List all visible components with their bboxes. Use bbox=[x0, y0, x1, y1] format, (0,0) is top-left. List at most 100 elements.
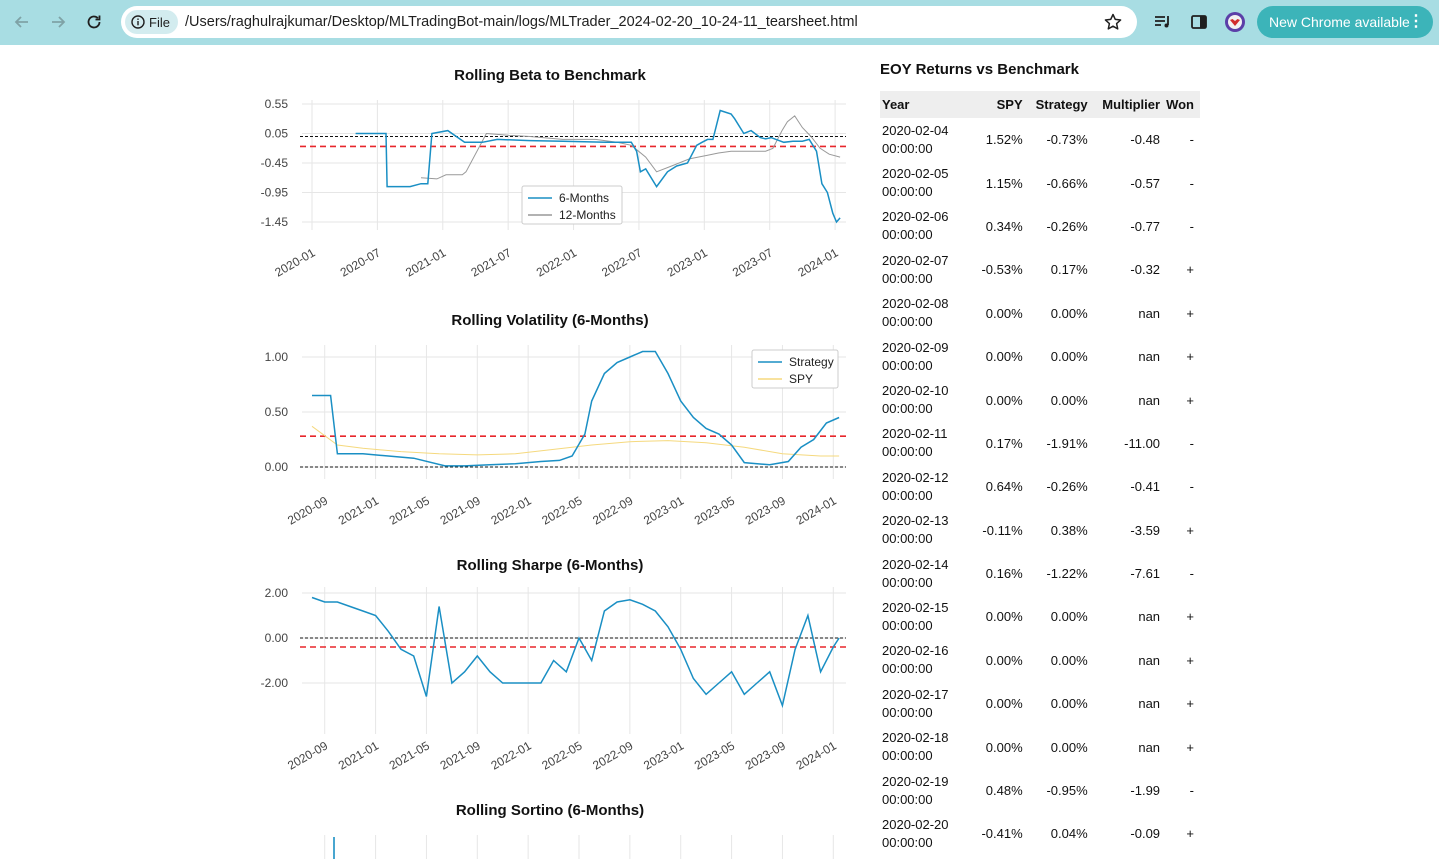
chart-title: Rolling Beta to Benchmark bbox=[454, 67, 646, 84]
cell-spy: 0.00% bbox=[985, 609, 1023, 625]
chart-title: Rolling Volatility (6-Months) bbox=[451, 312, 648, 329]
cell-date: 2020-02-15 bbox=[882, 599, 949, 615]
cell-date: 2020-02-17 bbox=[882, 686, 949, 702]
cell-strategy: 0.00% bbox=[1050, 349, 1088, 365]
cell-spy: -0.53% bbox=[981, 262, 1023, 278]
cell-year: 2020-02-19 00:00:00 bbox=[880, 769, 972, 812]
table-row: 2020-02-15 00:00:00 0.00% 0.00% nan + bbox=[880, 595, 1200, 638]
cell-won: - bbox=[1189, 435, 1194, 451]
table-row: 2020-02-05 00:00:00 1.15% -0.66% -0.57 - bbox=[880, 161, 1200, 204]
cell-time: 00:00:00 bbox=[882, 140, 933, 156]
cell-strategy: 0.04% bbox=[1050, 826, 1088, 842]
table-row: 2020-02-06 00:00:00 0.34% -0.26% -0.77 - bbox=[880, 205, 1200, 248]
col-header-spy: SPY bbox=[972, 91, 1029, 118]
table-header-row: Year SPY Strategy Multiplier Won bbox=[880, 91, 1200, 118]
cell-won: + bbox=[1186, 305, 1194, 321]
forward-arrow-icon[interactable] bbox=[44, 8, 72, 36]
update-button-label: New Chrome available bbox=[1269, 14, 1410, 30]
cell-time: 00:00:00 bbox=[882, 401, 933, 417]
site-info-chip[interactable]: File bbox=[125, 10, 178, 34]
cell-multiplier: nan bbox=[1138, 392, 1161, 408]
cell-multiplier: nan bbox=[1138, 305, 1161, 321]
cell-multiplier: nan bbox=[1138, 696, 1161, 712]
x-tick-label: 2021-01 bbox=[336, 738, 381, 772]
cell-won: - bbox=[1189, 175, 1194, 191]
cell-time: 00:00:00 bbox=[882, 184, 933, 200]
cell-spy: 0.00% bbox=[985, 305, 1023, 321]
cell-date: 2020-02-19 bbox=[882, 773, 949, 789]
cell-strategy: 0.00% bbox=[1050, 305, 1088, 321]
cell-year: 2020-02-08 00:00:00 bbox=[880, 292, 972, 335]
cell-date: 2020-02-14 bbox=[882, 556, 949, 572]
cell-won: + bbox=[1186, 739, 1194, 755]
col-header-year: Year bbox=[880, 91, 973, 118]
cell-time: 00:00:00 bbox=[882, 227, 933, 243]
x-tick-label: 2021-09 bbox=[438, 738, 483, 772]
y-tick-label: 0.50 bbox=[265, 405, 289, 419]
star-icon[interactable] bbox=[1103, 12, 1123, 32]
media-control-icon[interactable] bbox=[1153, 12, 1173, 32]
cell-spy: -0.41% bbox=[981, 826, 1023, 842]
cell-multiplier: -0.41 bbox=[1130, 479, 1161, 495]
cell-date: 2020-02-10 bbox=[882, 383, 949, 399]
cell-year: 2020-02-16 00:00:00 bbox=[880, 639, 972, 682]
cell-year: 2020-02-04 00:00:00 bbox=[880, 118, 972, 161]
cell-date: 2020-02-06 bbox=[882, 209, 949, 225]
side-panel-icon[interactable] bbox=[1189, 12, 1209, 32]
y-tick-label: 1.00 bbox=[265, 350, 289, 364]
cell-won: + bbox=[1186, 826, 1194, 842]
info-icon bbox=[131, 15, 145, 29]
cell-time: 00:00:00 bbox=[882, 531, 933, 547]
kebab-menu-icon[interactable]: ⋮ bbox=[1408, 12, 1424, 32]
x-tick-label: 2022-09 bbox=[590, 493, 635, 527]
cell-won: + bbox=[1186, 696, 1194, 712]
cell-spy: 0.17% bbox=[985, 435, 1023, 451]
cell-strategy: 0.38% bbox=[1050, 522, 1088, 538]
y-tick-label: -0.95 bbox=[261, 186, 289, 200]
x-tick-label: 2023-01 bbox=[641, 493, 686, 527]
chart-title: Rolling Sortino (6-Months) bbox=[456, 802, 644, 819]
chart-legend: Strategy SPY bbox=[751, 349, 839, 389]
address-bar[interactable]: File /Users/raghulrajkumar/Desktop/MLTra… bbox=[121, 6, 1137, 38]
cell-spy: 1.15% bbox=[985, 175, 1023, 191]
cell-date: 2020-02-20 bbox=[882, 816, 949, 832]
cell-date: 2020-02-13 bbox=[882, 513, 949, 529]
new-chrome-update-button[interactable]: New Chrome available ⋮ bbox=[1257, 6, 1433, 38]
x-tick-label: 2023-05 bbox=[692, 738, 737, 772]
cell-strategy: -1.91% bbox=[1046, 435, 1088, 451]
y-tick-label: 0.05 bbox=[265, 127, 289, 141]
cell-time: 00:00:00 bbox=[882, 270, 933, 286]
cell-spy: 0.34% bbox=[985, 218, 1023, 234]
col-header-multiplier: Multiplier bbox=[1093, 91, 1167, 118]
cell-time: 00:00:00 bbox=[882, 834, 933, 850]
x-tick-label: 2021-05 bbox=[387, 738, 432, 772]
cell-multiplier: -7.61 bbox=[1130, 566, 1161, 582]
cell-strategy: -0.95% bbox=[1046, 783, 1088, 799]
cell-date: 2020-02-09 bbox=[882, 339, 949, 355]
cell-date: 2020-02-05 bbox=[882, 166, 949, 182]
y-tick-label: 0.55 bbox=[265, 97, 289, 111]
cell-strategy: 0.00% bbox=[1050, 609, 1088, 625]
eoy-returns-table: Year SPY Strategy Multiplier Won 2020-02… bbox=[880, 91, 1200, 856]
cell-time: 00:00:00 bbox=[882, 704, 933, 720]
cell-year: 2020-02-06 00:00:00 bbox=[880, 205, 972, 248]
reload-icon[interactable] bbox=[80, 8, 108, 36]
cell-time: 00:00:00 bbox=[882, 314, 933, 330]
back-arrow-icon[interactable] bbox=[8, 8, 36, 36]
cell-date: 2020-02-08 bbox=[882, 296, 949, 312]
cell-year: 2020-02-12 00:00:00 bbox=[880, 465, 972, 508]
x-tick-label: 2022-05 bbox=[539, 738, 584, 772]
profile-avatar-icon[interactable] bbox=[1224, 11, 1246, 33]
cell-date: 2020-02-04 bbox=[882, 122, 949, 138]
x-tick-label: 2021-09 bbox=[438, 493, 483, 527]
series-line-strategy bbox=[311, 596, 840, 709]
cell-strategy: -1.22% bbox=[1046, 566, 1088, 582]
cell-year: 2020-02-18 00:00:00 bbox=[880, 725, 972, 768]
x-tick-label: 2021-01 bbox=[336, 493, 381, 527]
x-tick-label: 2022-01 bbox=[489, 493, 534, 527]
cell-spy: 0.00% bbox=[985, 392, 1023, 408]
cell-multiplier: -0.48 bbox=[1130, 132, 1161, 148]
cell-spy: -0.11% bbox=[982, 522, 1023, 538]
url-text[interactable]: /Users/raghulrajkumar/Desktop/MLTradingB… bbox=[185, 6, 858, 38]
y-tick-label: 0.00 bbox=[265, 460, 289, 474]
